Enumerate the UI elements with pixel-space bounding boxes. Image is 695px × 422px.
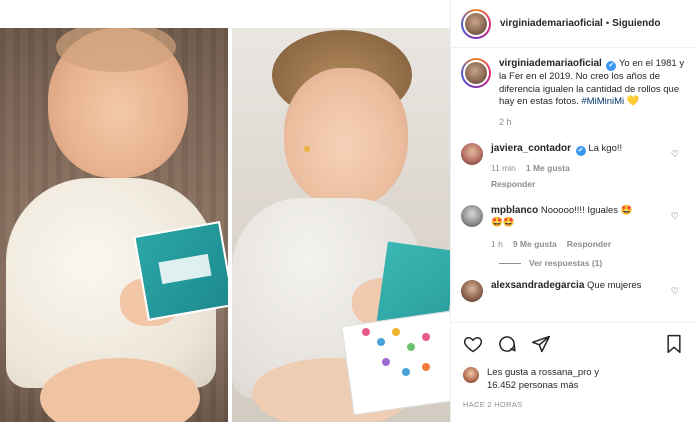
comment-likes[interactable]: 1 Me gusta [526,162,570,175]
caption-time: 2 h [499,116,512,127]
separator-dot: • [605,18,610,29]
caption: virginiademariaoficial ✔ Yo en el 1981 y… [461,58,685,109]
author-avatar[interactable] [461,8,491,39]
view-replies-label: Ver respuestas (1) [529,258,603,268]
comment-emoji-line: 🤩🤩 [491,217,515,228]
likes-line-2: 16.452 personas más [487,379,579,391]
comment-username[interactable]: mpblanco [491,205,538,216]
share-icon[interactable] [531,334,551,357]
comment-item: javiera_contador ✔ La kgo!! 11 min 1 Me … [461,142,685,191]
comment-text: La kgo!! [588,142,623,154]
caption-avatar[interactable] [461,58,491,88]
heart-icon[interactable]: ♡ [671,149,679,160]
post-sidebar: virginiademariaoficial • Siguiendo virgi… [450,0,695,422]
comment-username[interactable]: javiera_contador [491,143,571,154]
likes-line-1: Les gusta a rossana_pro y [487,367,599,378]
commenter-avatar[interactable] [461,142,483,165]
heart-icon[interactable]: ♡ [671,286,679,297]
following-button[interactable]: Siguiendo [612,18,660,29]
commenter-avatar[interactable] [461,204,483,227]
comment-time: 1 h [491,238,503,249]
reply-button[interactable]: Responder [491,178,685,191]
reply-button[interactable]: Responder [567,238,611,251]
heart-icon[interactable]: ♡ [671,211,679,222]
comment-icon[interactable] [497,334,517,357]
post-actions: Les gusta a rossana_pro y 16.452 persona… [451,322,695,422]
likes-summary[interactable]: Les gusta a rossana_pro y 16.452 persona… [463,367,683,392]
caption-username[interactable]: virginiademariaoficial [499,58,602,69]
liker-avatar[interactable] [463,367,479,383]
verified-badge-icon: ✔ [606,61,617,71]
comment-text: Nooooo!!!! Iguales 🤩 [540,204,633,216]
comment-time: 11 min [491,162,516,173]
verified-badge-icon: ✔ [575,145,586,156]
bookmark-icon[interactable] [665,334,683,357]
author-username[interactable]: virginiademariaoficial [500,18,603,29]
comment-username[interactable]: alexsandradegarcia [491,280,584,291]
caption-text-block: virginiademariaoficial ✔ Yo en el 1981 y… [499,58,685,109]
caption-hashtag[interactable]: #MiMiniMi [581,96,624,107]
view-replies-button[interactable]: Ver respuestas (1) [499,258,685,268]
comment-item: mpblanco Nooooo!!!! Iguales 🤩 🤩🤩 1 h 9 M… [461,204,685,251]
replies-divider [499,262,521,264]
comment-item: alexsandradegarcia Que mujeres ♡ [461,280,685,302]
photo-baby-1981 [0,28,228,422]
post-image[interactable] [0,0,450,422]
photo-baby-2019 [232,28,450,422]
post-header: virginiademariaoficial • Siguiendo [451,0,695,48]
heart-icon[interactable] [463,334,483,357]
comment-likes[interactable]: 9 Me gusta [513,238,557,251]
commenter-avatar[interactable] [461,280,483,302]
comment-text: Que mujeres [587,280,642,291]
comments-list[interactable]: virginiademariaoficial ✔ Yo en el 1981 y… [451,48,695,322]
yellow-heart-icon: 💛 [626,96,640,107]
posted-time: HACE 2 HORAS [463,400,523,409]
